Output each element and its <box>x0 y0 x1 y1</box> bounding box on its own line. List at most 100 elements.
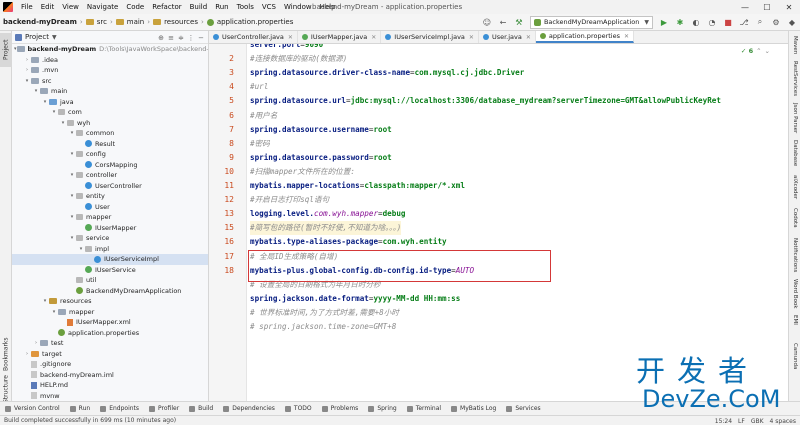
breadcrumb-src[interactable]: src <box>83 18 110 26</box>
bookmarks-tool-tab[interactable]: Bookmarks <box>0 333 12 375</box>
expanded-arrow-icon[interactable]: ▾ <box>77 246 85 252</box>
tree-folder-item[interactable]: ▾ backend-myDream D:\Tools\JavaWorkSpace\b… <box>12 44 208 55</box>
close-tab-icon[interactable]: ✕ <box>371 34 376 41</box>
tree-folder-item[interactable]: ▾ resources <box>12 296 208 307</box>
collapsed-arrow-icon[interactable]: › <box>23 351 31 357</box>
tree-folder-item[interactable]: ▾ wyh <box>12 118 208 129</box>
right-tool-tab-notifications[interactable]: Notifications <box>789 233 800 277</box>
menu-item-code[interactable]: Code <box>122 0 148 14</box>
tool-window-build[interactable]: Build <box>184 405 218 412</box>
collapse-all-icon[interactable]: ≡ <box>166 34 176 42</box>
right-tool-tab-json-parser[interactable]: Json Parser <box>789 101 800 135</box>
menu-item-vcs[interactable]: VCS <box>258 0 280 14</box>
right-tool-tab-aixcoder[interactable]: aiXcoder <box>789 171 800 203</box>
menu-item-window[interactable]: Window <box>280 0 316 14</box>
menu-item-run[interactable]: Run <box>211 0 232 14</box>
tree-file-item[interactable]: application.properties <box>12 328 208 339</box>
breadcrumb-resources[interactable]: resources <box>150 18 201 26</box>
tree-file-item[interactable]: mvnw <box>12 391 208 402</box>
tree-file-item[interactable]: IUserMapper.xml <box>12 317 208 328</box>
code-editor[interactable]: 2 3 4 5 6 7 8 9 10 11 12 13 15 16 17 18 server.port=909… <box>209 44 788 401</box>
stop-icon[interactable]: ■ <box>721 15 735 29</box>
menu-item-tools[interactable]: Tools <box>233 0 258 14</box>
tree-folder-item[interactable]: ▾ common <box>12 128 208 139</box>
debug-icon[interactable]: ✱ <box>673 15 687 29</box>
tree-folder-item[interactable]: ▾ mapper <box>12 307 208 318</box>
tree-folder-item[interactable]: ▾ impl <box>12 244 208 255</box>
line-separator[interactable]: LF <box>738 418 745 425</box>
structure-tool-tab[interactable]: Structure <box>0 375 12 403</box>
right-tool-tab-database[interactable]: Database <box>789 137 800 169</box>
tree-file-item[interactable]: IUserMapper <box>12 223 208 234</box>
code-line[interactable]: mybatis.mapper-locations=classpath:mappe… <box>250 179 465 193</box>
tree-file-item[interactable]: User <box>12 202 208 213</box>
minimize-icon[interactable]: — <box>734 0 756 14</box>
breadcrumb-main[interactable]: main <box>113 18 148 26</box>
vcs-icon[interactable]: ⎇ <box>737 15 751 29</box>
right-tool-tab-maven[interactable]: Maven <box>789 33 800 57</box>
collapsed-arrow-icon[interactable]: › <box>23 57 31 63</box>
tree-folder-item[interactable]: ▾ mapper <box>12 212 208 223</box>
tree-file-item[interactable]: IUserServiceImpl <box>12 254 208 265</box>
maximize-icon[interactable]: ☐ <box>756 0 778 14</box>
chevron-down-icon[interactable]: ⌄ <box>765 47 770 55</box>
editor-tab[interactable]: IUserMapper.java ✕ <box>298 31 382 43</box>
user-icon[interactable]: ☺ <box>480 15 494 29</box>
project-panel-title[interactable]: Project <box>25 33 49 41</box>
menu-item-file[interactable]: File <box>17 0 37 14</box>
tree-folder-item[interactable]: › target <box>12 349 208 360</box>
code-line[interactable]: #用户名 <box>250 109 277 123</box>
editor-tab[interactable]: UserController.java ✕ <box>209 31 298 43</box>
inspection-status[interactable]: ✓ 6 ⌃ ⌄ <box>741 47 770 55</box>
caret-position[interactable]: 15:24 <box>715 418 732 425</box>
expanded-arrow-icon[interactable]: ▾ <box>41 99 49 105</box>
coverage-icon[interactable]: ◐ <box>689 15 703 29</box>
close-tab-icon[interactable]: ✕ <box>526 34 531 41</box>
tree-folder-item[interactable]: ▾ service <box>12 233 208 244</box>
close-tab-icon[interactable]: ✕ <box>288 34 293 41</box>
right-tool-tab-restservices[interactable]: RestServices <box>789 59 800 99</box>
indent-setting[interactable]: 4 spaces <box>770 418 796 425</box>
tool-window-services[interactable]: Services <box>501 405 545 412</box>
search-icon[interactable]: ⌕ <box>753 15 767 29</box>
tree-file-item[interactable]: Result <box>12 139 208 150</box>
tree-file-item[interactable]: .gitignore <box>12 359 208 370</box>
code-line[interactable]: spring.jackson.date-format=yyyy-MM-dd HH… <box>250 292 460 306</box>
code-line[interactable]: spring.datasource.password=root <box>250 151 392 165</box>
code-line[interactable]: #简写包的路径(暂时不好使,不知道为啥。。。) <box>250 221 402 236</box>
tool-window-run[interactable]: Run <box>65 405 96 412</box>
code-line[interactable]: spring.datasource.username=root <box>250 123 392 137</box>
code-line[interactable]: #扫描mapper文件所在的位置: <box>250 165 355 179</box>
status-message[interactable]: Build completed successfully in 699 ms (… <box>0 417 176 424</box>
menu-item-navigate[interactable]: Navigate <box>83 0 122 14</box>
menu-item-view[interactable]: View <box>58 0 83 14</box>
menu-item-build[interactable]: Build <box>186 0 212 14</box>
expanded-arrow-icon[interactable]: ▾ <box>68 151 76 157</box>
build-hammer-icon[interactable]: ⚒ <box>512 15 526 29</box>
editor-tab[interactable]: IUserServiceImpl.java ✕ <box>381 31 479 43</box>
file-encoding[interactable]: GBK <box>751 418 764 425</box>
close-tab-icon[interactable]: ✕ <box>624 33 629 40</box>
settings-icon[interactable]: ⚙ <box>769 15 783 29</box>
tree-file-item[interactable]: HELP.md <box>12 380 208 391</box>
right-tool-tab-codota[interactable]: Codota <box>789 205 800 231</box>
tool-window-spring[interactable]: Spring <box>363 405 401 412</box>
tool-window-dependencies[interactable]: Dependencies <box>218 405 280 412</box>
menu-item-refactor[interactable]: Refactor <box>148 0 185 14</box>
editor-tab[interactable]: User.java ✕ <box>479 31 536 43</box>
tree-folder-item[interactable]: › .idea <box>12 55 208 66</box>
expanded-arrow-icon[interactable]: ▾ <box>68 172 76 178</box>
tree-folder-item[interactable]: ▾ entity <box>12 191 208 202</box>
code-line[interactable]: #url <box>250 80 268 94</box>
back-arrow-icon[interactable]: ← <box>496 15 510 29</box>
editor-tab[interactable]: application.properties ✕ <box>535 31 635 43</box>
close-tab-icon[interactable]: ✕ <box>469 34 474 41</box>
tree-folder-item[interactable]: util <box>12 275 208 286</box>
tree-folder-item[interactable]: ▾ src <box>12 76 208 87</box>
chevron-down-icon[interactable]: ▼ <box>52 34 57 41</box>
close-icon[interactable]: ✕ <box>778 0 800 14</box>
run-configuration-select[interactable]: BackendMyDreamApplication ▼ <box>529 15 653 29</box>
tree-file-item[interactable]: BackendMyDreamApplication <box>12 286 208 297</box>
tree-file-item[interactable]: IUserService <box>12 265 208 276</box>
menu-item-edit[interactable]: Edit <box>37 0 59 14</box>
